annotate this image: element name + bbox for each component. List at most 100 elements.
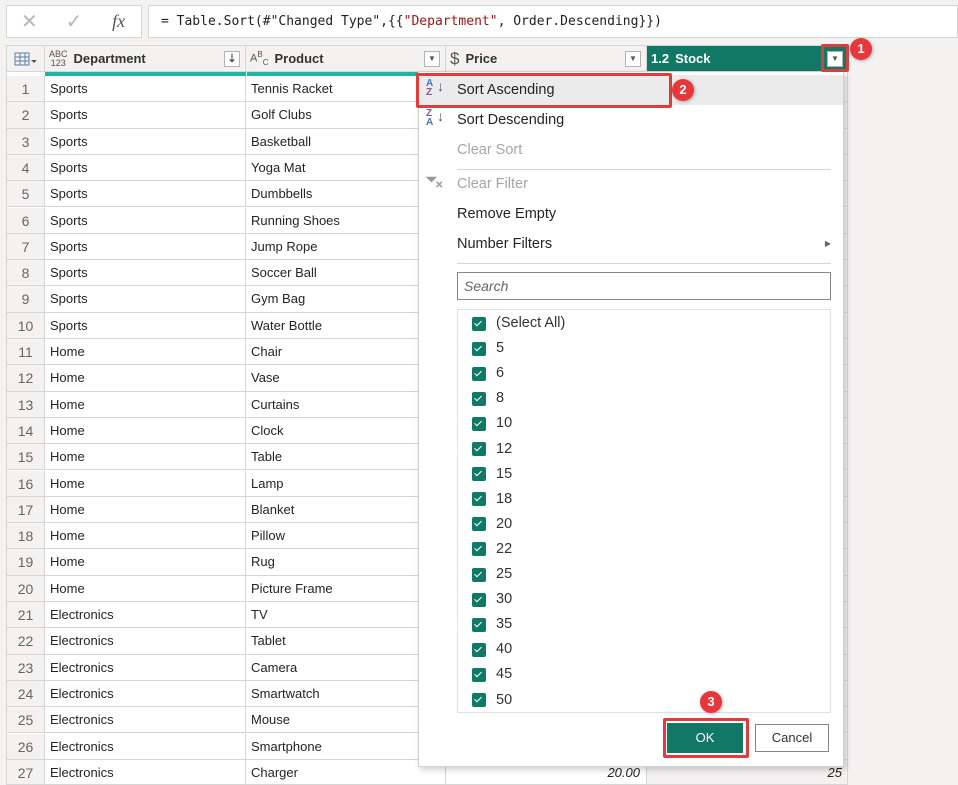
cell-product[interactable]: Clock (246, 417, 446, 445)
cell-product[interactable]: Running Shoes (246, 207, 446, 234)
filter-value-item[interactable]: (Select All) (472, 311, 565, 336)
cell-product[interactable]: Smartphone (246, 733, 446, 760)
cell-department[interactable]: Home (45, 496, 246, 524)
chevron-down-icon[interactable]: ▼ (625, 51, 641, 67)
column-header-price[interactable]: $ Price ▼ (446, 46, 647, 72)
check-icon[interactable]: ✓ (52, 9, 97, 34)
checkbox-checked-icon[interactable] (472, 391, 486, 406)
checkbox-checked-icon[interactable] (472, 492, 486, 507)
cell-product[interactable]: Table (246, 444, 446, 471)
checkbox-checked-icon[interactable] (472, 517, 486, 532)
checkbox-checked-icon[interactable] (472, 567, 486, 582)
filter-value-item[interactable]: 22 (472, 537, 512, 562)
checkbox-checked-icon[interactable] (472, 316, 486, 331)
cell-product[interactable]: Tablet (246, 628, 446, 655)
filter-value-item[interactable]: 5 (472, 336, 504, 361)
filter-value-item[interactable]: 20 (472, 512, 512, 537)
cell-department[interactable]: Home (45, 523, 246, 550)
column-header-product[interactable]: ABC Product ▼ (246, 46, 446, 72)
cell-product[interactable]: Mouse (246, 707, 446, 734)
cell-product[interactable]: Rug (246, 549, 446, 576)
cell-department[interactable]: Electronics (45, 602, 246, 629)
table-menu-button[interactable] (7, 46, 45, 72)
filter-value-item[interactable]: 50 (472, 688, 512, 713)
filter-value-item[interactable]: 35 (472, 612, 512, 637)
cell-product[interactable]: TV (246, 602, 446, 629)
cancel-button[interactable]: Cancel (755, 724, 829, 752)
checkbox-checked-icon[interactable] (472, 442, 486, 456)
menu-item-remove-empty[interactable]: Remove Empty (419, 199, 843, 229)
checkbox-checked-icon[interactable] (472, 416, 486, 431)
filter-value-item[interactable]: 30 (472, 587, 512, 612)
cell-department[interactable]: Home (45, 391, 246, 418)
cell-product[interactable]: Soccer Ball (246, 260, 446, 287)
filter-value-item[interactable]: 8 (472, 386, 504, 411)
cell-department[interactable]: Sports (45, 207, 246, 234)
checkbox-checked-icon[interactable] (472, 341, 486, 356)
checkbox-checked-icon[interactable] (472, 667, 486, 682)
cell-product[interactable]: Jump Rope (246, 233, 446, 261)
menu-item-clear-sort[interactable]: Clear Sort (419, 135, 843, 165)
cell-department[interactable]: Home (45, 339, 246, 366)
filter-value-item[interactable]: 6 (472, 361, 504, 386)
filter-value-item[interactable]: 18 (472, 487, 512, 512)
cell-department[interactable]: Sports (45, 76, 246, 103)
filter-value-item[interactable]: 45 (472, 662, 512, 687)
cell-department[interactable]: Sports (45, 286, 246, 313)
cell-department[interactable]: Sports (45, 181, 246, 208)
cell-department[interactable]: Electronics (45, 733, 246, 760)
cell-department[interactable]: Sports (45, 154, 246, 182)
cell-product[interactable]: Picture Frame (246, 575, 446, 602)
menu-item-sort-descending[interactable]: Z A ↓ Sort Descending (419, 105, 843, 135)
cell-department[interactable]: Electronics (45, 680, 246, 708)
cell-product[interactable]: Vase (246, 365, 446, 392)
cell-department[interactable]: Sports (45, 102, 246, 129)
cell-department[interactable]: Electronics (45, 628, 246, 655)
cell-product[interactable]: Chair (246, 339, 446, 366)
formula-input[interactable]: = Table.Sort(#"Changed Type",{{"Departme… (148, 5, 958, 38)
checkbox-checked-icon[interactable] (472, 693, 486, 707)
cell-product[interactable]: Smartwatch (246, 680, 446, 708)
cell-department[interactable]: Sports (45, 260, 246, 287)
cell-department[interactable]: Sports (45, 128, 246, 155)
chevron-down-icon[interactable]: ▼ (424, 51, 440, 67)
filter-value-item[interactable]: 10 (472, 411, 512, 436)
checkbox-checked-icon[interactable] (472, 542, 486, 557)
sort-descending-icon[interactable]: ⇣ (224, 51, 240, 67)
cell-department[interactable]: Sports (45, 312, 246, 339)
cell-product[interactable]: Curtains (246, 391, 446, 418)
cell-department[interactable]: Electronics (45, 654, 246, 681)
cell-product[interactable]: Basketball (246, 128, 446, 155)
column-header-stock[interactable]: 1.2 Stock ▼ (647, 46, 847, 72)
cell-department[interactable]: Home (45, 575, 246, 602)
cell-department[interactable]: Electronics (45, 759, 246, 784)
filter-value-item[interactable]: 15 (472, 462, 512, 487)
checkbox-checked-icon[interactable] (472, 592, 486, 607)
cell-product[interactable]: Pillow (246, 523, 446, 550)
cell-department[interactable]: Home (45, 365, 246, 392)
cell-department[interactable]: Home (45, 417, 246, 445)
cell-department[interactable]: Home (45, 470, 246, 497)
search-input[interactable]: Search (457, 272, 831, 300)
cell-department[interactable]: Electronics (45, 707, 246, 734)
filter-value-item[interactable]: 12 (472, 437, 512, 462)
cell-department[interactable]: Home (45, 444, 246, 471)
cell-product[interactable]: Gym Bag (246, 286, 446, 313)
checkbox-checked-icon[interactable] (472, 366, 486, 381)
filter-value-item[interactable]: 25 (472, 562, 512, 587)
menu-item-number-filters[interactable]: Number Filters ▶ (419, 229, 843, 259)
cell-product[interactable]: Water Bottle (246, 312, 446, 339)
cell-product[interactable]: Dumbbells (246, 181, 446, 208)
cell-product[interactable]: Charger (246, 759, 446, 784)
fx-icon[interactable]: fx (96, 11, 141, 32)
cell-product[interactable]: Yoga Mat (246, 154, 446, 182)
cell-department[interactable]: Sports (45, 233, 246, 261)
column-header-department[interactable]: ABC 123 Department ⇣ (45, 46, 246, 72)
cell-product[interactable]: Camera (246, 654, 446, 681)
cell-product[interactable]: Lamp (246, 470, 446, 497)
cell-department[interactable]: Home (45, 549, 246, 576)
menu-item-clear-filter[interactable]: ⏷ ✕ Clear Filter (419, 169, 843, 199)
x-icon[interactable]: ✕ (7, 9, 52, 34)
checkbox-checked-icon[interactable] (472, 642, 486, 657)
checkbox-checked-icon[interactable] (472, 467, 486, 482)
